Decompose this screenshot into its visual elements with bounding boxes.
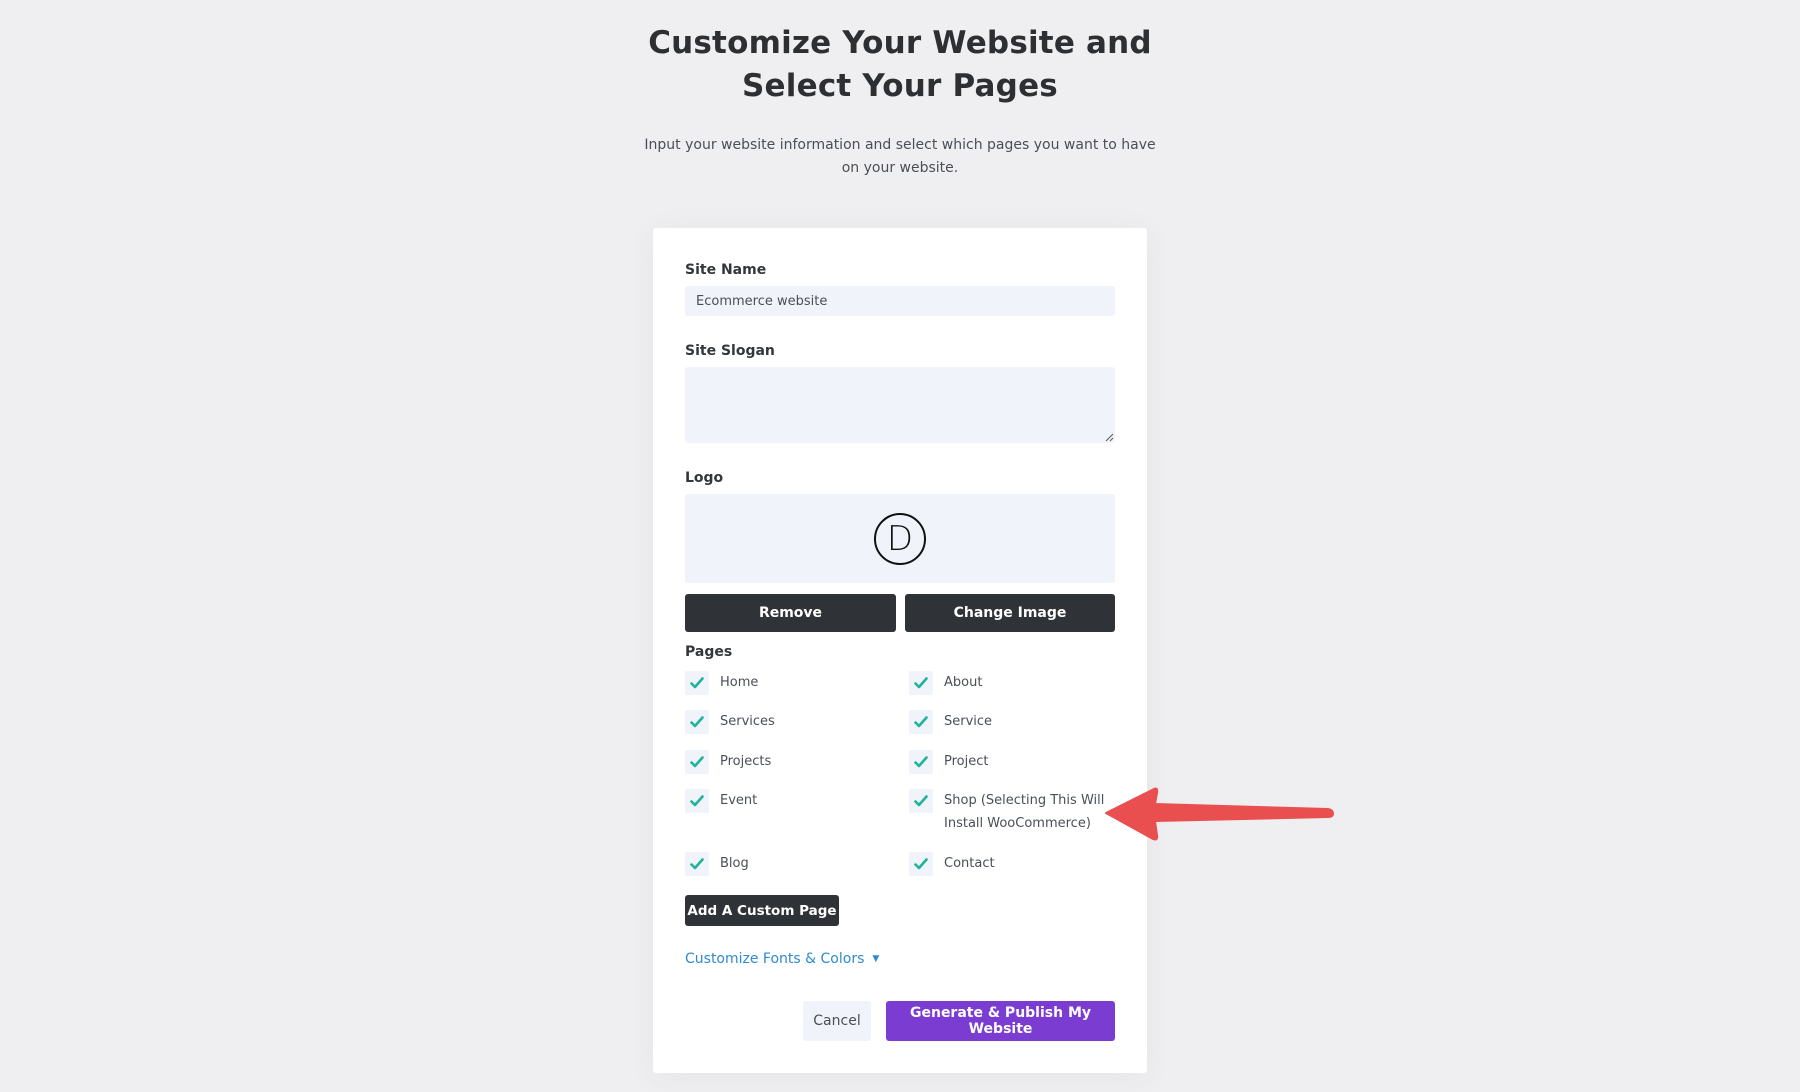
red-arrow-annotation-icon [1105,787,1334,841]
remove-logo-button[interactable]: Remove [685,594,896,632]
page-option-label: About [944,675,983,690]
checkmark-icon [914,795,928,807]
checkbox[interactable] [909,671,933,695]
add-custom-page-button[interactable]: Add A Custom Page [685,895,839,926]
cancel-button[interactable]: Cancel [803,1001,871,1041]
page-option-label: Home [720,675,759,690]
site-settings-card: Site Name Site Slogan Logo D Remove Chan… [653,228,1147,1073]
checkbox[interactable] [685,852,709,876]
page-title-line-1: Customize Your Website and [648,25,1152,61]
change-image-button[interactable]: Change Image [905,594,1115,632]
page-title: Customize Your Website and Select Your P… [0,22,1800,108]
page-option-services[interactable]: Services [685,710,890,734]
page-option-service[interactable]: Service [909,710,1114,734]
checkmark-icon [914,677,928,689]
page-option-label: Project [944,754,989,769]
checkbox[interactable] [685,671,709,695]
logo-preview[interactable]: D [685,494,1115,583]
page-option-projects[interactable]: Projects [685,750,890,774]
checkmark-icon [914,716,928,728]
checkmark-icon [690,677,704,689]
checkmark-icon [690,716,704,728]
logo-label: Logo [685,470,724,486]
checkmark-icon [690,858,704,870]
customize-fonts-colors-label: Customize Fonts & Colors [685,951,865,967]
checkmark-icon [914,858,928,870]
page-option-shop[interactable]: Shop (Selecting This Will Install WooCom… [909,789,1114,835]
checkbox[interactable] [909,789,933,813]
page-option-label: Projects [720,754,772,769]
page-option-label: Services [720,714,775,729]
page-subtitle-line-1: Input your website information and selec… [644,137,1156,153]
checkbox[interactable] [685,750,709,774]
page-option-project[interactable]: Project [909,750,1114,774]
checkbox[interactable] [909,710,933,734]
page-option-event[interactable]: Event [685,789,890,813]
checkbox[interactable] [685,710,709,734]
site-name-input[interactable] [685,286,1115,316]
site-name-label: Site Name [685,262,767,278]
page-option-blog[interactable]: Blog [685,852,890,876]
checkmark-icon [690,795,704,807]
caret-down-icon: ▼ [872,954,880,964]
checkbox[interactable] [685,789,709,813]
pages-label: Pages [685,644,733,660]
page-title-line-2: Select Your Pages [742,68,1058,104]
page-option-contact[interactable]: Contact [909,852,1114,876]
page-option-label: Blog [720,856,749,871]
page-option-label: Service [944,714,993,729]
checkbox[interactable] [909,750,933,774]
page-subtitle-line-2: on your website. [841,160,959,176]
site-slogan-label: Site Slogan [685,343,775,359]
generate-publish-button[interactable]: Generate & Publish My Website [886,1001,1115,1041]
resize-grip-icon[interactable] [1105,433,1114,442]
customize-fonts-colors-toggle[interactable]: Customize Fonts & Colors ▼ [685,951,879,967]
checkmark-icon [914,756,928,768]
page-option-about[interactable]: About [909,671,1114,695]
divi-logo-icon: D [874,512,926,565]
page-option-label: Contact [944,856,995,871]
page-subtitle: Input your website information and selec… [0,134,1800,180]
page-option-home[interactable]: Home [685,671,890,695]
checkmark-icon [690,756,704,768]
checkbox[interactable] [909,852,933,876]
site-slogan-textarea[interactable] [685,367,1115,443]
page-option-label: Shop (Selecting This Will Install WooCom… [944,793,1105,831]
page-option-label: Event [720,793,758,808]
